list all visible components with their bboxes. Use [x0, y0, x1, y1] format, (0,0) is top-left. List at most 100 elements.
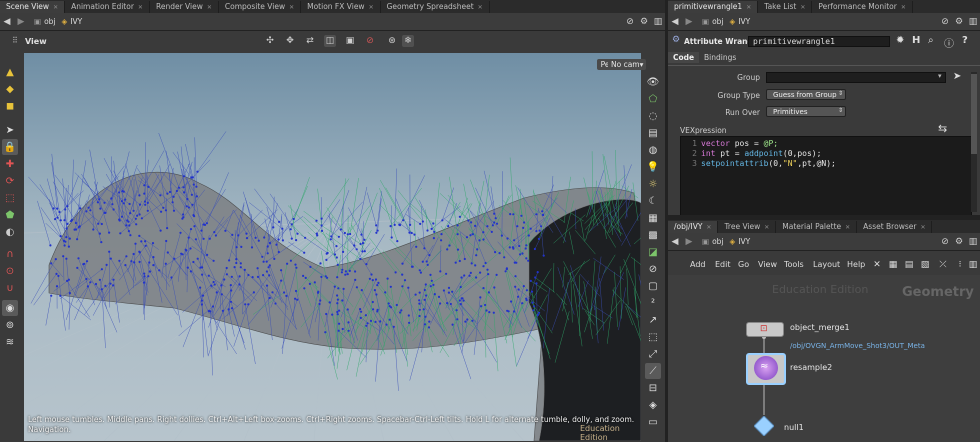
add-spare-icon[interactable]: ⇆ [938, 122, 947, 135]
pose-tool-icon[interactable]: ✥ [284, 35, 296, 47]
viewport-3d[interactable]: Persp▾ Left mouse tumbles. Middle pans. … [24, 53, 641, 441]
handles-icon[interactable]: ⟋ [645, 363, 661, 379]
tab-tree-view[interactable]: Tree View ✕ [718, 221, 777, 233]
gear-icon[interactable]: ✹ [896, 35, 904, 46]
path-crumb-obj[interactable]: ▣ obj [702, 237, 724, 246]
ghost-icon[interactable]: ◌ [645, 108, 661, 124]
forward-arrow-icon[interactable]: ▶ [683, 16, 695, 28]
magnet-icon[interactable]: ∩ [2, 246, 18, 262]
close-icon[interactable]: ✕ [207, 4, 212, 11]
tab-code[interactable]: Code [668, 52, 700, 63]
node-name-field[interactable]: primitivewrangle1 [748, 36, 890, 47]
display-icon[interactable]: ▦ [645, 210, 661, 226]
gear-icon[interactable]: ⚙ [638, 16, 650, 28]
shading-icon[interactable]: ▤ [645, 125, 661, 141]
gear-icon[interactable]: ⚙ [953, 236, 965, 248]
handle-icon[interactable]: ⬟ [2, 207, 18, 223]
shadow-icon[interactable]: ☾ [645, 193, 661, 209]
menu-add[interactable]: Add [690, 260, 706, 269]
node-object-merge1[interactable]: ⊡ [746, 322, 784, 337]
run-over-menu[interactable]: Primitives [766, 106, 846, 117]
wire-icon[interactable]: ◍ [645, 142, 661, 158]
tab-obj-ivy[interactable]: /obj/IVY ✕ [668, 221, 719, 233]
tab-material-palette[interactable]: Material Palette ✕ [776, 221, 858, 233]
split-pane-icon[interactable]: ▥ [652, 16, 664, 28]
close-icon[interactable]: ✕ [746, 4, 751, 11]
list-icon[interactable]: ▤ [902, 258, 916, 272]
snapshot-icon[interactable]: ⊛ [386, 35, 398, 47]
uv-icon[interactable]: ▢ [645, 278, 661, 294]
pointer-icon[interactable]: ⤫ [936, 258, 950, 272]
bg-icon[interactable]: ▩ [645, 227, 661, 243]
help-icon[interactable]: ? [962, 35, 968, 46]
pattern-icon[interactable]: ◈ [645, 397, 661, 413]
more-icon[interactable]: ▭ [645, 414, 661, 430]
back-arrow-icon[interactable]: ◀ [669, 16, 681, 28]
tab-render-view[interactable]: Render View ✕ [150, 1, 219, 13]
close-icon[interactable]: ✕ [901, 4, 906, 11]
record-icon[interactable]: ⊚ [2, 317, 18, 333]
back-arrow-icon[interactable]: ◀ [1, 16, 13, 28]
template-icon[interactable]: ⬠ [645, 91, 661, 107]
node-null1[interactable] [753, 415, 775, 437]
split-pane-icon[interactable]: ▥ [967, 16, 979, 28]
stop-icon[interactable]: ⊘ [364, 35, 376, 47]
lock-icon[interactable]: 🔒 [2, 139, 18, 155]
display-options-icon[interactable]: ◫ [324, 35, 336, 47]
menu-edit[interactable]: Edit [715, 260, 731, 269]
close-icon[interactable]: ✕ [289, 4, 294, 11]
forward-arrow-icon[interactable]: ▶ [683, 236, 695, 248]
path-crumb-obj[interactable]: ▣ obj [702, 17, 724, 26]
menu-view[interactable]: View [758, 260, 777, 269]
pin-icon[interactable]: ⊘ [624, 16, 636, 28]
menu-layout[interactable]: Layout [813, 260, 840, 269]
snowflake-icon[interactable]: ❄ [402, 35, 414, 47]
link-icon[interactable]: ⊘ [645, 261, 661, 277]
tab-bindings[interactable]: Bindings [700, 52, 740, 63]
layers-icon[interactable]: ≋ [2, 334, 18, 350]
tab-asset-browser[interactable]: Asset Browser ✕ [857, 221, 933, 233]
tab-scene-view[interactable]: Scene View ✕ [0, 1, 66, 13]
tab-primitivewrangle[interactable]: primitivewrangle1 ✕ [668, 1, 759, 13]
camera-menu[interactable]: No cam▾ [608, 59, 647, 70]
path-crumb-obj[interactable]: ▣ obj [34, 17, 56, 26]
select-prim-icon[interactable]: ◆ [2, 81, 18, 97]
pin-icon[interactable]: ⊘ [939, 16, 951, 28]
camera-tool-icon[interactable]: ⇄ [304, 35, 316, 47]
snap-grid-icon[interactable]: ∪ [2, 280, 18, 296]
close-icon[interactable]: ✕ [138, 4, 143, 11]
eye-icon[interactable]: 👁 [645, 74, 661, 90]
tab-composite-view[interactable]: Composite View ✕ [219, 1, 302, 13]
help-h-icon[interactable]: H [912, 35, 920, 46]
back-arrow-icon[interactable]: ◀ [669, 236, 681, 248]
close-icon[interactable]: ✕ [706, 224, 711, 231]
move-tool-icon[interactable]: ✚ [2, 156, 18, 172]
menu-tools[interactable]: Tools [784, 260, 804, 269]
vex-editor[interactable]: 1 2 3 vector pos = @P; int pt = addpoint… [680, 136, 972, 216]
camera-icon[interactable]: ◉ [2, 300, 18, 316]
close-icon[interactable]: ✕ [800, 4, 805, 11]
guide-icon[interactable]: ⊟ [645, 380, 661, 396]
group-field[interactable] [766, 72, 946, 83]
tab-animation-editor[interactable]: Animation Editor ✕ [65, 1, 150, 13]
grid-icon[interactable]: ▦ [886, 258, 900, 272]
path-crumb-ivy[interactable]: ◈ IVY [62, 17, 83, 26]
drag-handle-icon[interactable]: ⠿ [12, 36, 18, 45]
close-icon[interactable]: ✕ [845, 224, 850, 231]
pin-icon[interactable]: ⊘ [939, 236, 951, 248]
close-icon[interactable]: ✕ [478, 4, 483, 11]
gear-icon[interactable]: ⚙ [953, 16, 965, 28]
render-region-icon[interactable]: ▣ [344, 35, 356, 47]
path-crumb-ivy[interactable]: ◈ IVY [730, 17, 751, 26]
select-arrow-icon[interactable]: ➤ [953, 71, 961, 82]
close-icon[interactable]: ✕ [764, 224, 769, 231]
search-icon[interactable]: ⌕ [928, 35, 934, 46]
scale-tool-icon[interactable]: ⬚ [2, 190, 18, 206]
tab-geometry-spreadsheet[interactable]: Geometry Spreadsheet ✕ [381, 1, 490, 13]
close-icon[interactable]: ✕ [53, 4, 58, 11]
ortho-icon[interactable]: ⬚ [645, 329, 661, 345]
path-crumb-ivy[interactable]: ◈ IVY [730, 237, 751, 246]
group-type-menu[interactable]: Guess from Group [766, 89, 846, 100]
chevron-down-icon[interactable]: ▾ [938, 72, 942, 80]
rotate-tool-icon[interactable]: ⟳ [2, 173, 18, 189]
